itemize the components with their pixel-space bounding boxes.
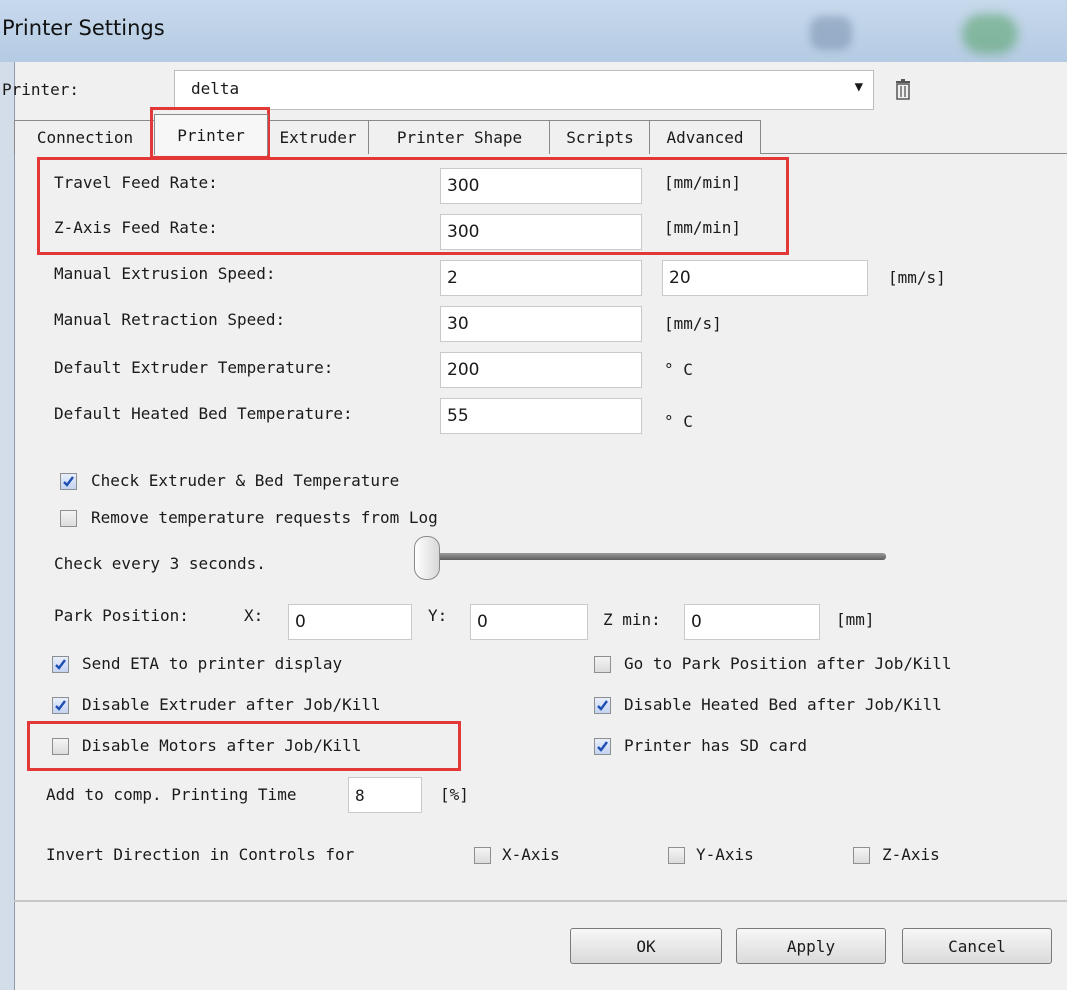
manual-retraction-input[interactable]: 30 (440, 306, 642, 342)
comp-time-label: Add to comp. Printing Time (46, 785, 297, 804)
invert-label: Invert Direction in Controls for (46, 845, 355, 864)
park-position-label: Park Position: (54, 606, 189, 625)
park-x-label: X: (244, 606, 264, 625)
manual-extrusion-unit: [mm/s] (888, 268, 946, 287)
y-axis-label: Y-Axis (696, 845, 754, 864)
disable-motors-checkbox[interactable] (52, 738, 69, 755)
travel-feed-label: Travel Feed Rate: (54, 173, 218, 192)
tab-extruder[interactable]: Extruder (266, 120, 370, 154)
printer-select-value: delta (191, 79, 240, 98)
window-left-edge (0, 62, 14, 990)
chevron-down-icon: ▼ (854, 79, 863, 95)
travel-feed-input[interactable]: 300 (440, 168, 642, 204)
checkmark-icon (55, 659, 66, 670)
disable-extruder-label: Disable Extruder after Job/Kill (82, 695, 381, 714)
extruder-temp-label: Default Extruder Temperature: (54, 358, 334, 377)
cancel-button[interactable]: Cancel (902, 928, 1052, 964)
bed-temp-label: Default Heated Bed Temperature: (54, 404, 353, 423)
tab-scripts[interactable]: Scripts (549, 120, 651, 154)
tab-connection[interactable]: Connection (14, 120, 156, 154)
checkmark-icon (597, 741, 608, 752)
disable-extruder-checkbox[interactable] (52, 697, 69, 714)
ok-button[interactable]: OK (570, 928, 722, 964)
comp-time-unit: [%] (440, 785, 469, 804)
check-temp-checkbox[interactable] (60, 473, 77, 490)
z-feed-input[interactable]: 300 (440, 214, 642, 250)
z-feed-label: Z-Axis Feed Rate: (54, 218, 218, 237)
has-sd-checkbox[interactable] (594, 738, 611, 755)
check-interval-slider-thumb[interactable] (414, 536, 440, 580)
z-axis-checkbox[interactable] (853, 847, 870, 864)
printer-select[interactable]: delta ▼ (174, 70, 874, 110)
check-interval-slider-track[interactable] (430, 553, 886, 560)
park-z-label: Z min: (603, 610, 661, 629)
comp-time-input[interactable]: 8 (348, 777, 422, 813)
printer-label: Printer: (2, 80, 80, 99)
manual-extrusion-input-2[interactable]: 20 (662, 260, 868, 296)
extruder-temp-input[interactable]: 200 (440, 352, 642, 388)
z-feed-unit: [mm/min] (664, 218, 742, 237)
x-axis-label: X-Axis (502, 845, 560, 864)
remove-temp-label: Remove temperature requests from Log (91, 508, 438, 527)
z-axis-label: Z-Axis (882, 845, 940, 864)
send-eta-label: Send ETA to printer display (82, 654, 343, 673)
blurred-icon (810, 16, 852, 50)
manual-extrusion-label: Manual Extrusion Speed: (54, 264, 276, 283)
disable-bed-checkbox[interactable] (594, 697, 611, 714)
window-title: Printer Settings (2, 16, 165, 40)
y-axis-checkbox[interactable] (668, 847, 685, 864)
disable-bed-label: Disable Heated Bed after Job/Kill (624, 695, 942, 714)
has-sd-label: Printer has SD card (624, 736, 808, 755)
park-y-label: Y: (428, 606, 448, 625)
extruder-temp-unit: ° C (664, 360, 693, 379)
park-z-input[interactable]: 0 (684, 604, 820, 640)
manual-retraction-unit: [mm/s] (664, 314, 722, 333)
tab-advanced[interactable]: Advanced (649, 120, 761, 154)
go-park-label: Go to Park Position after Job/Kill (624, 654, 952, 673)
manual-retraction-label: Manual Retraction Speed: (54, 310, 286, 329)
disable-motors-label: Disable Motors after Job/Kill (82, 736, 362, 755)
park-y-input[interactable]: 0 (470, 604, 588, 640)
tab-printer[interactable]: Printer (154, 114, 268, 155)
tab-printer-shape[interactable]: Printer Shape (368, 120, 551, 154)
blurred-icon (962, 14, 1018, 54)
go-park-checkbox[interactable] (594, 656, 611, 673)
check-every-label: Check every 3 seconds. (54, 554, 266, 573)
trash-icon[interactable] (893, 78, 913, 102)
x-axis-checkbox[interactable] (474, 847, 491, 864)
bed-temp-unit: ° C (664, 412, 693, 431)
remove-temp-checkbox[interactable] (60, 510, 77, 527)
checkmark-icon (597, 700, 608, 711)
button-bar-separator (14, 900, 1067, 902)
check-temp-label: Check Extruder & Bed Temperature (91, 471, 400, 490)
park-unit: [mm] (836, 610, 875, 629)
manual-extrusion-input-1[interactable]: 2 (440, 260, 642, 296)
apply-button[interactable]: Apply (736, 928, 886, 964)
bed-temp-input[interactable]: 55 (440, 398, 642, 434)
checkmark-icon (55, 700, 66, 711)
send-eta-checkbox[interactable] (52, 656, 69, 673)
park-x-input[interactable]: 0 (288, 604, 412, 640)
checkmark-icon (63, 476, 74, 487)
travel-feed-unit: [mm/min] (664, 173, 742, 192)
